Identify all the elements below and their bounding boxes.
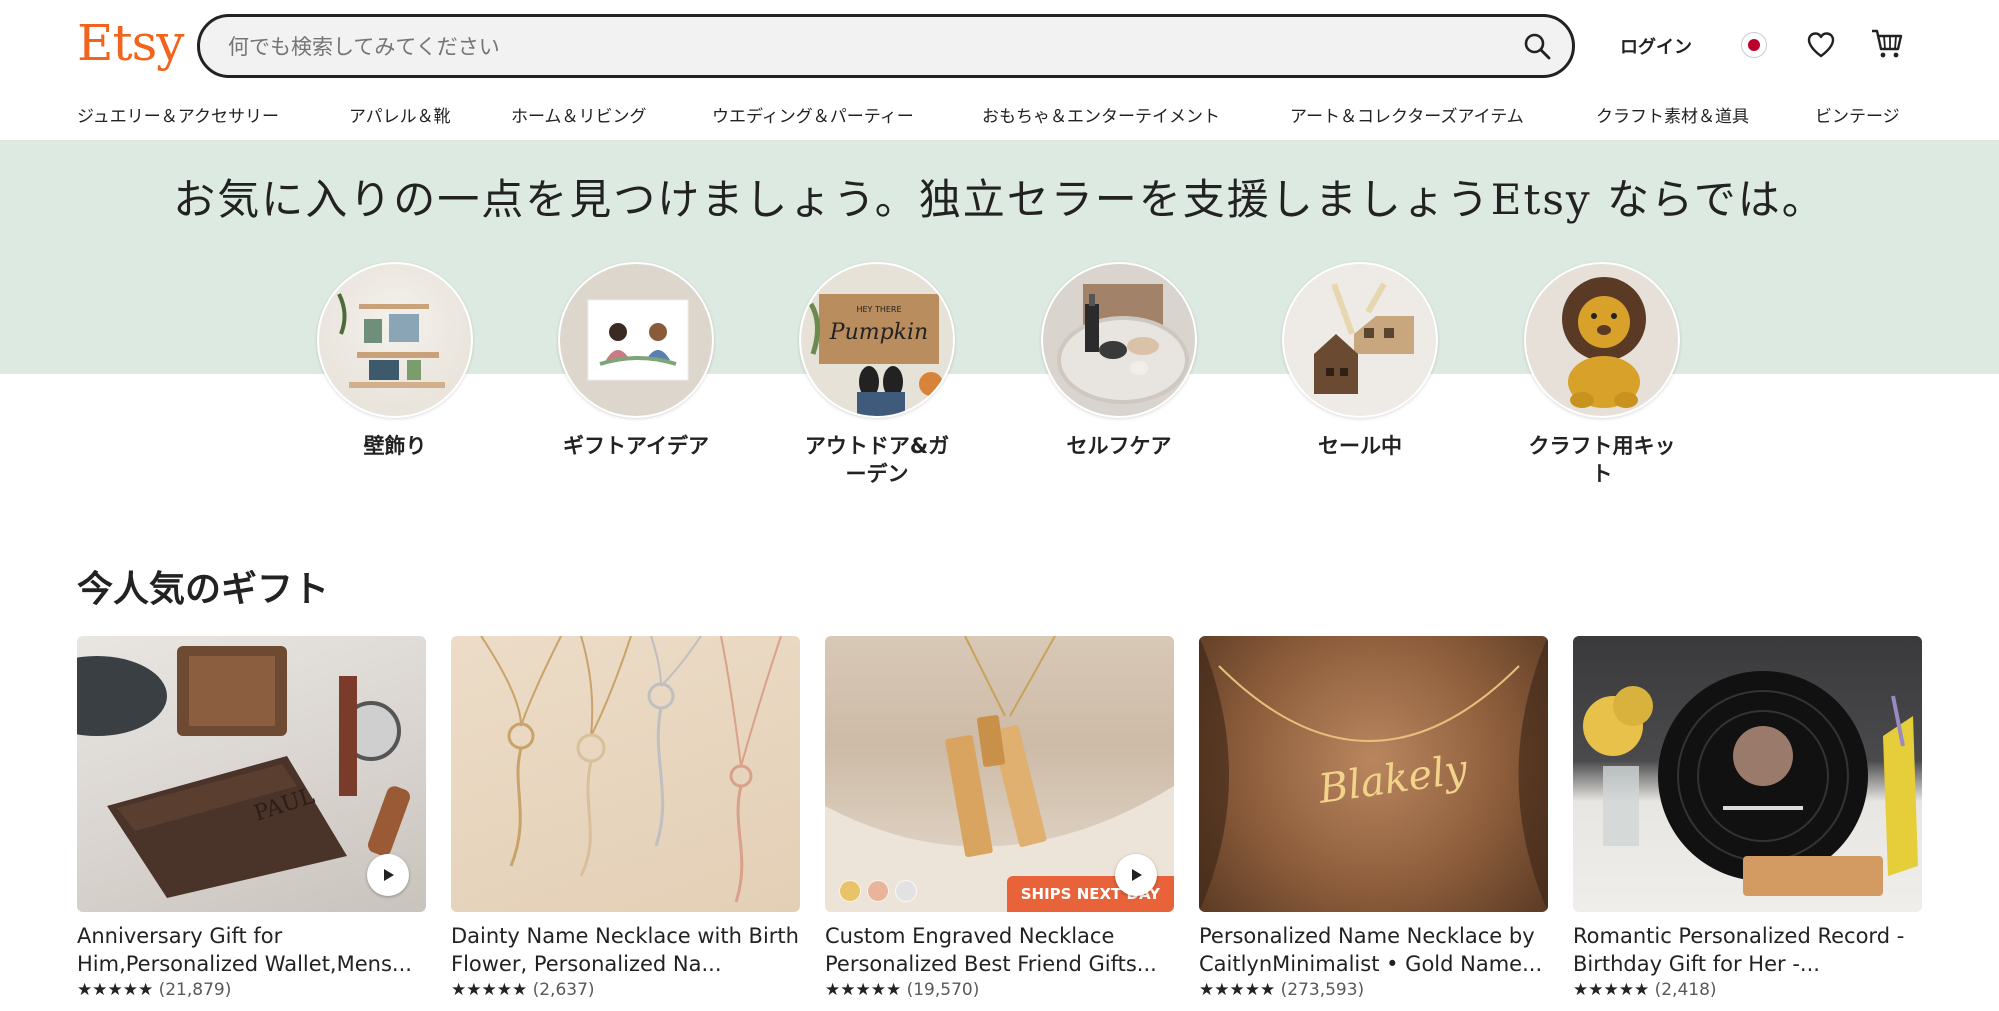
search-input[interactable] (226, 17, 1480, 77)
product-rating: ★★★★★ (273,593) (1199, 980, 1548, 1000)
nav-item-home[interactable]: ホーム＆リビング (511, 102, 647, 127)
product-card[interactable]: Romantic Personalized Record - Birthday … (1573, 636, 1922, 1000)
product-title[interactable]: Personalized Name Necklace by CaitlynMin… (1199, 922, 1548, 978)
product-title[interactable]: Anniversary Gift for Him,Personalized Wa… (77, 922, 426, 978)
nav-item-apparel[interactable]: アパレル＆靴 (349, 102, 451, 127)
popular-gifts-title: 今人気のギフト (77, 569, 330, 610)
play-icon (1132, 869, 1142, 881)
category-outdoor-garden[interactable]: HEY THERE Pumpkin アウトドア&ガーデン (799, 262, 955, 488)
review-count: (19,570) (906, 980, 980, 1000)
star-rating-icons: ★★★★★ (825, 980, 902, 1000)
product-rating: ★★★★★ (21,879) (77, 980, 426, 1000)
category-label: 壁飾り (363, 434, 427, 458)
nav-item-wedding[interactable]: ウエディング＆パーティー (712, 102, 914, 127)
search-icon (1524, 33, 1551, 60)
nav-item-toys[interactable]: おもちゃ＆エンターテイメント (982, 102, 1220, 127)
product-rating: ★★★★★ (19,570) (825, 980, 1174, 1000)
product-title[interactable]: Romantic Personalized Record - Birthday … (1573, 922, 1922, 978)
nav-item-art[interactable]: アート＆コレクターズアイテム (1290, 102, 1524, 127)
product-card[interactable]: SHIPS NEXT DAY Custom Engraved Necklace … (825, 636, 1174, 1000)
category-image (558, 262, 714, 418)
search-button[interactable] (1512, 21, 1562, 71)
category-image: HEY THERE Pumpkin (799, 262, 955, 418)
category-nav: ジュエリー＆アクセサリー アパレル＆靴 ホーム＆リビング ウエディング＆パーティ… (0, 100, 1999, 141)
product-title[interactable]: Custom Engraved Necklace Personalized Be… (825, 922, 1174, 978)
product-rating: ★★★★★ (2,637) (451, 980, 800, 1000)
category-craft-kits[interactable]: クラフト用キット (1524, 262, 1680, 488)
product-image: SHIPS NEXT DAY (825, 636, 1174, 912)
nav-item-craft[interactable]: クラフト素材＆道具 (1596, 102, 1749, 127)
category-image (1041, 262, 1197, 418)
play-icon (384, 869, 394, 881)
product-image (1573, 636, 1922, 912)
product-card[interactable]: Blakely Personalized Name Necklace by Ca… (1199, 636, 1548, 1000)
product-title[interactable]: Dainty Name Necklace with Birth Flower, … (451, 922, 800, 978)
star-rating-icons: ★★★★★ (451, 980, 528, 1000)
svg-text:Blakely: Blakely (1315, 746, 1472, 813)
category-label: ギフトアイデア (563, 434, 709, 458)
play-video-button[interactable] (1115, 854, 1157, 896)
product-image: Blakely (1199, 636, 1548, 912)
review-count: (2,637) (532, 980, 595, 1000)
category-wall-decor[interactable]: 壁飾り (317, 262, 473, 460)
play-video-button[interactable] (367, 854, 409, 896)
star-rating-icons: ★★★★★ (1573, 980, 1650, 1000)
nav-item-vintage[interactable]: ビンテージ (1815, 102, 1900, 127)
cart-icon[interactable] (1870, 28, 1904, 64)
star-rating-icons: ★★★★★ (1199, 980, 1276, 1000)
category-image (1282, 262, 1438, 418)
favorites-heart-icon[interactable] (1806, 30, 1836, 64)
category-gift-ideas[interactable]: ギフトアイデア (558, 262, 714, 460)
color-swatches[interactable] (839, 880, 917, 902)
category-label: セルフケア (1066, 434, 1172, 458)
review-count: (2,418) (1654, 980, 1717, 1000)
category-image (1524, 262, 1680, 418)
svg-text:Pumpkin: Pumpkin (829, 320, 928, 345)
site-header: Etsy ログイン (0, 0, 1999, 92)
product-image (451, 636, 800, 912)
search-bar (197, 14, 1575, 78)
star-rating-icons: ★★★★★ (77, 980, 154, 1000)
etsy-logo[interactable]: Etsy (77, 14, 184, 72)
category-label: セール中 (1318, 434, 1402, 458)
product-card[interactable]: Dainty Name Necklace with Birth Flower, … (451, 636, 800, 1000)
category-on-sale[interactable]: セール中 (1282, 262, 1438, 460)
category-label: アウトドア&ガーデン (804, 434, 950, 486)
product-card[interactable]: PAUL Anniversary Gift for Him,Personaliz… (77, 636, 426, 1000)
nav-item-jewelry[interactable]: ジュエリー＆アクセサリー (77, 102, 279, 127)
product-image: PAUL (77, 636, 426, 912)
hero-title: お気に入りの一点を見つけましょう。独立セラーを支援しましょうEtsy ならでは。 (173, 175, 1826, 224)
review-count: (21,879) (158, 980, 232, 1000)
product-rating: ★★★★★ (2,418) (1573, 980, 1922, 1000)
category-label: クラフト用キット (1528, 434, 1676, 486)
review-count: (273,593) (1280, 980, 1365, 1000)
region-flag-icon[interactable] (1741, 32, 1767, 58)
category-self-care[interactable]: セルフケア (1041, 262, 1197, 460)
login-link[interactable]: ログイン (1620, 33, 1692, 59)
svg-text:HEY THERE: HEY THERE (856, 305, 901, 314)
category-image (317, 262, 473, 418)
hero-banner: お気に入りの一点を見つけましょう。独立セラーを支援しましょうEtsy ならでは。 (0, 141, 1999, 374)
